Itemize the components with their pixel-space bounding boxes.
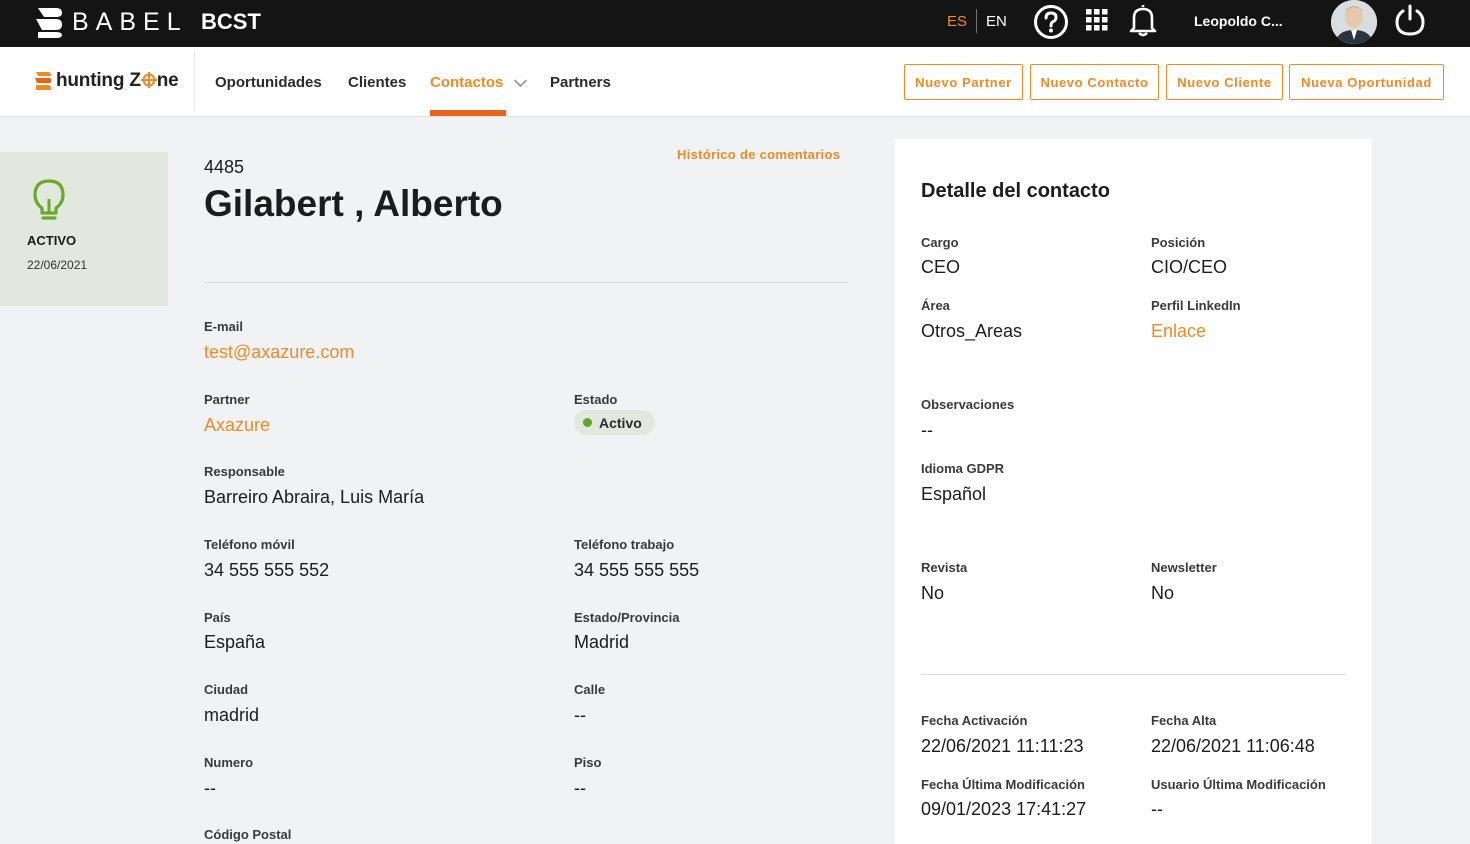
usuario-modificacion-label: Usuario Última Modificación — [1151, 777, 1326, 792]
idioma-gdpr-label: Idioma GDPR — [921, 461, 1005, 476]
contact-detail-panel: Detalle del contacto Cargo CEO Posición … — [895, 139, 1372, 844]
notifications-button[interactable] — [1128, 3, 1158, 42]
usuario-modificacion-value: -- — [1151, 799, 1163, 819]
fecha-modificacion-label: Fecha Última Modificación — [921, 777, 1085, 792]
piso-value: -- — [574, 778, 586, 798]
user-avatar-icon — [1331, 0, 1377, 44]
contact-id: 4485 — [204, 157, 245, 177]
fecha-modificacion-value: 09/01/2023 17:41:27 — [921, 799, 1087, 819]
detail-title: Detalle del contacto — [921, 180, 1110, 202]
hunting-zone-logo[interactable]: hunting Zne — [34, 69, 179, 93]
historico-comentarios-link[interactable]: Histórico de comentarios — [677, 147, 840, 162]
panel-divider — [921, 674, 1346, 675]
calle-label: Calle — [574, 682, 606, 697]
provincia-value: Madrid — [574, 632, 630, 652]
lightbulb-icon — [30, 178, 68, 227]
status-dot — [583, 418, 592, 427]
user-name[interactable]: Leopoldo C... — [1194, 13, 1283, 29]
fecha-activacion-label: Fecha Activación — [921, 713, 1028, 728]
revista-label: Revista — [921, 560, 968, 575]
babel-brand[interactable]: BABEL — [34, 3, 188, 41]
nav-divider — [194, 53, 195, 111]
telefono-movil-value: 34 555 555 552 — [204, 560, 330, 580]
responsable-value: Barreiro Abraira, Luis María — [204, 487, 425, 507]
cargo-label: Cargo — [921, 235, 959, 250]
cargo-value: CEO — [921, 257, 961, 277]
fecha-alta-value: 22/06/2021 11:06:48 — [1151, 736, 1315, 756]
idioma-gdpr-value: Español — [921, 484, 987, 504]
chevron-down-icon — [513, 79, 528, 88]
linkedin-label: Perfil LinkedIn — [1151, 298, 1241, 313]
status-card: ACTIVO 22/06/2021 — [0, 152, 168, 306]
nav-partners[interactable]: Partners — [550, 74, 611, 91]
numero-label: Numero — [204, 755, 254, 770]
apps-button[interactable] — [1086, 9, 1108, 36]
status-badge: Activo — [574, 410, 655, 435]
nav-contactos[interactable]: Contactos — [430, 74, 503, 91]
status-date: 22/06/2021 — [27, 258, 88, 272]
babel-logo-icon — [36, 8, 62, 38]
brand-name: BABEL — [72, 7, 188, 36]
telefono-trabajo-label: Teléfono trabajo — [574, 537, 675, 552]
posicion-label: Posición — [1151, 235, 1206, 250]
observaciones-value: -- — [921, 420, 933, 440]
status-label: ACTIVO — [27, 233, 77, 248]
provincia-label: Estado/Provincia — [574, 610, 680, 625]
apps-grid-icon — [1086, 9, 1108, 31]
area-value: Otros_Areas — [921, 321, 1023, 341]
avatar[interactable] — [1331, 0, 1377, 44]
numero-value: -- — [204, 778, 216, 798]
hunting-zone-logo-icon — [35, 72, 51, 90]
lang-en-link[interactable]: EN — [986, 13, 1007, 30]
lang-es-link[interactable]: ES — [947, 13, 967, 30]
area-label: Área — [921, 298, 950, 313]
contactos-dropdown-toggle[interactable] — [513, 75, 528, 93]
nuevo-cliente-button[interactable]: Nuevo Cliente — [1166, 64, 1283, 100]
logo-text: hunting Zne — [56, 70, 179, 91]
active-tab-indicator — [430, 110, 506, 116]
newsletter-value: No — [1151, 583, 1175, 603]
app-name: BCST — [201, 9, 261, 34]
nav-clientes[interactable]: Clientes — [348, 74, 406, 91]
fecha-alta-label: Fecha Alta — [1151, 713, 1217, 728]
page-title: Gilabert , Alberto — [204, 183, 503, 224]
lang-separator — [976, 9, 977, 33]
header-divider — [204, 282, 848, 283]
email-link[interactable]: test@axazure.com — [204, 342, 354, 363]
partner-link[interactable]: Axazure — [204, 415, 270, 436]
top-bar: BABEL BCST ES EN Leopoldo C... — [0, 0, 1470, 47]
partner-label: Partner — [204, 392, 250, 407]
email-label: E-mail — [204, 319, 244, 334]
ciudad-label: Ciudad — [204, 682, 249, 697]
main-nav: hunting Zne Oportunidades Clientes Conta… — [0, 47, 1470, 117]
calle-value: -- — [574, 705, 586, 725]
responsable-label: Responsable — [204, 464, 285, 479]
pais-label: País — [204, 610, 231, 625]
pais-value: España — [204, 632, 266, 652]
revista-value: No — [921, 583, 945, 603]
piso-label: Piso — [574, 755, 602, 770]
power-icon — [1395, 4, 1425, 36]
observaciones-label: Observaciones — [921, 397, 1015, 412]
nav-oportunidades[interactable]: Oportunidades — [215, 74, 322, 91]
posicion-value: CIO/CEO — [1151, 257, 1228, 277]
nuevo-partner-button[interactable]: Nuevo Partner — [904, 64, 1023, 100]
help-button[interactable] — [1033, 4, 1069, 45]
logout-button[interactable] — [1394, 3, 1426, 42]
telefono-movil-label: Teléfono móvil — [204, 537, 295, 552]
codigo-postal-label: Código Postal — [204, 827, 292, 842]
telefono-trabajo-value: 34 555 555 555 — [574, 560, 700, 580]
help-icon — [1034, 5, 1068, 39]
nueva-oportunidad-button[interactable]: Nueva Oportunidad — [1289, 64, 1444, 100]
linkedin-link[interactable]: Enlace — [1151, 321, 1206, 342]
ciudad-value: madrid — [204, 705, 260, 725]
crosshair-icon — [140, 72, 157, 88]
bell-icon — [1129, 5, 1157, 37]
newsletter-label: Newsletter — [1151, 560, 1217, 575]
estado-label: Estado — [574, 392, 618, 407]
nuevo-contacto-button[interactable]: Nuevo Contacto — [1030, 64, 1159, 100]
status-badge-text: Activo — [599, 414, 642, 431]
fecha-activacion-value: 22/06/2021 11:11:23 — [921, 736, 1084, 756]
